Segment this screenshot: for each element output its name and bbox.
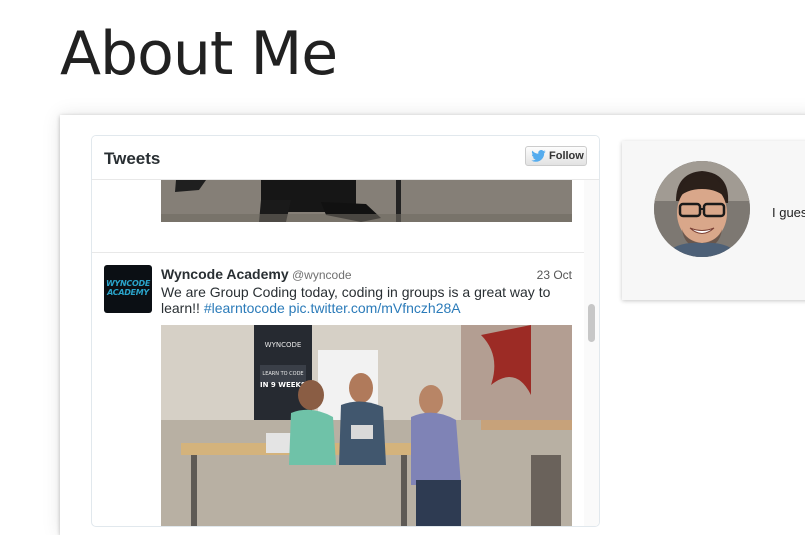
profile-photo <box>654 161 750 257</box>
tweet-divider <box>92 252 584 253</box>
follow-label: Follow <box>549 150 584 162</box>
profile-intro-text: I gues <box>772 205 805 220</box>
widget-title[interactable]: Tweets <box>104 149 160 169</box>
avatar-logo-text: WYNCODE <box>106 279 150 288</box>
poster-text-3: IN 9 WEEKS <box>260 381 306 389</box>
tweet-media-link[interactable]: pic.twitter.com/mVfnczh28A <box>289 300 461 316</box>
profile-photo-art <box>654 161 750 257</box>
twitter-timeline-widget[interactable]: Tweets Follow WYNCODE ACADEMY Wyncode Ac… <box>91 135 600 527</box>
avatar-logo-text-2: ACADEMY <box>107 288 149 297</box>
twitter-bird-icon <box>531 150 546 162</box>
tweet-avatar[interactable]: WYNCODE ACADEMY <box>104 265 152 313</box>
page-title: About Me <box>60 19 338 89</box>
previous-photo-art <box>161 180 572 222</box>
previous-tweet-photo[interactable] <box>161 180 572 222</box>
follow-button[interactable]: Follow <box>525 146 587 166</box>
tweet-author-name[interactable]: Wyncode Academy <box>161 266 289 282</box>
tweet-hashtag-link[interactable]: #learntocode <box>204 300 285 316</box>
tweet-author-handle[interactable]: @wyncode <box>292 268 352 282</box>
tweet-photo[interactable]: WYNCODE LEARN TO CODE IN 9 WEEKS <box>161 325 572 526</box>
tweet-date[interactable]: 23 Oct <box>530 268 572 282</box>
poster-text-1: WYNCODE <box>265 341 302 349</box>
tweet-timeline[interactable]: WYNCODE ACADEMY Wyncode Academy @wyncode… <box>92 180 599 526</box>
timeline-scrollbar[interactable] <box>584 180 599 526</box>
poster-text-2: LEARN TO CODE <box>262 371 303 377</box>
tweet-photo-art: WYNCODE LEARN TO CODE IN 9 WEEKS <box>161 325 572 526</box>
widget-header: Tweets Follow <box>92 136 599 180</box>
scrollbar-thumb[interactable] <box>588 304 595 342</box>
profile-card: I gues <box>622 141 805 300</box>
tweet-text: We are Group Coding today, coding in gro… <box>161 284 576 316</box>
